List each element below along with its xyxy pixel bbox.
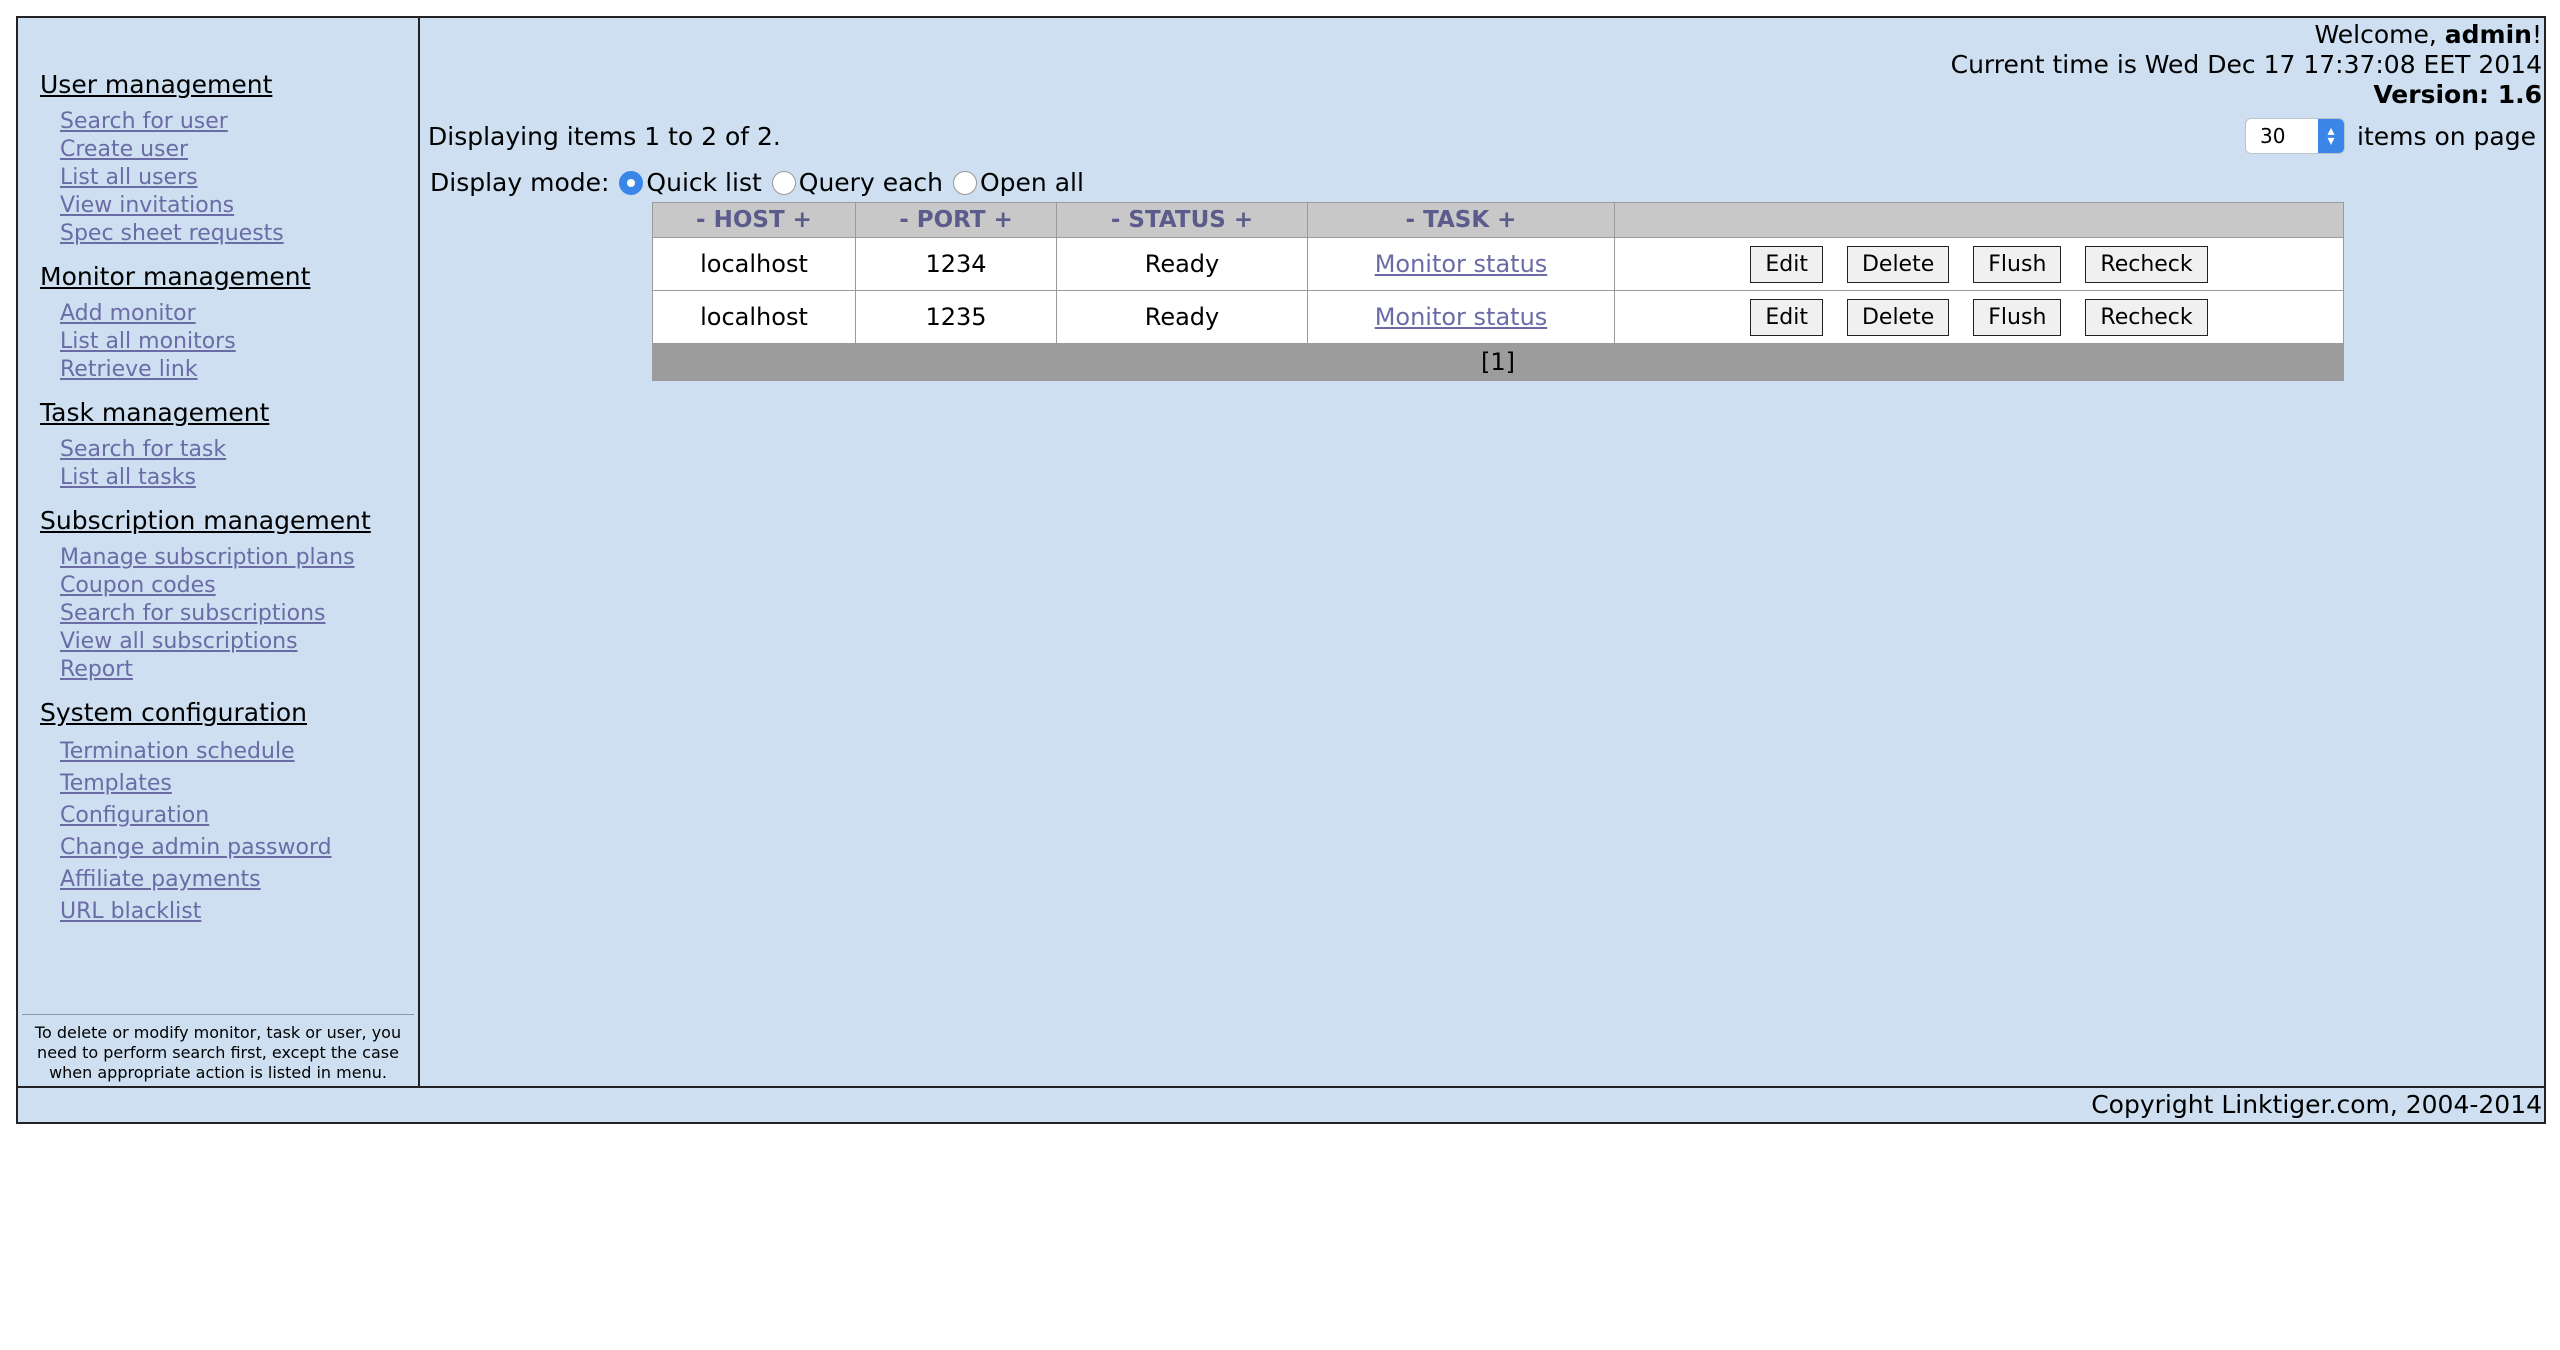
recheck-button[interactable]: Recheck xyxy=(2085,245,2208,283)
section-title-task-management[interactable]: Task management xyxy=(40,398,269,428)
monitor-status-link[interactable]: Monitor status xyxy=(1375,250,1548,278)
main-content: Welcome, admin! Current time is Wed Dec … xyxy=(420,18,2544,1086)
column-header-task[interactable]: - TASK + xyxy=(1307,202,1615,238)
radio-quick-list[interactable] xyxy=(619,170,644,195)
menu-link-report[interactable]: Report xyxy=(60,656,371,684)
menu-section-system-configuration: System configuration Termination schedul… xyxy=(40,698,332,928)
column-header-host[interactable]: - HOST + xyxy=(652,202,856,238)
menu-link-templates[interactable]: Templates xyxy=(60,768,332,800)
menu-link-spec-sheet-requests[interactable]: Spec sheet requests xyxy=(60,220,284,248)
menu-link-coupon-codes[interactable]: Coupon codes xyxy=(60,572,371,600)
menu-link-view-all-subscriptions[interactable]: View all subscriptions xyxy=(60,628,371,656)
recheck-button[interactable]: Recheck xyxy=(2085,298,2208,336)
page-frame: User management Search for user Create u… xyxy=(16,16,2546,1124)
menu-link-list-all-monitors[interactable]: List all monitors xyxy=(60,328,310,356)
cell-status: Ready xyxy=(1056,237,1308,291)
menu-link-view-invitations[interactable]: View invitations xyxy=(60,192,284,220)
menu-section-subscription-management: Subscription management Manage subscript… xyxy=(40,506,371,684)
pager[interactable]: [1] xyxy=(652,343,2344,381)
items-per-page: 30 ▴ ▾ items on page xyxy=(2245,118,2536,154)
flush-button[interactable]: Flush xyxy=(1973,298,2062,336)
edit-button[interactable]: Edit xyxy=(1750,298,1823,336)
monitor-table: - HOST + - PORT + - STATUS + - TASK + lo… xyxy=(652,202,2344,381)
menu-section-task-management: Task management Search for task List all… xyxy=(40,398,269,492)
cell-status: Ready xyxy=(1056,290,1308,344)
display-mode: Display mode: Quick list Query each Open… xyxy=(430,168,1084,197)
flush-button[interactable]: Flush xyxy=(1973,245,2062,283)
section-title-user-management[interactable]: User management xyxy=(40,70,284,100)
menu-link-termination-schedule[interactable]: Termination schedule xyxy=(60,736,332,768)
monitor-status-link[interactable]: Monitor status xyxy=(1375,303,1548,331)
table-header-row: - HOST + - PORT + - STATUS + - TASK + xyxy=(652,202,2344,238)
menu-link-list-all-users[interactable]: List all users xyxy=(60,164,284,192)
header-info: Welcome, admin! Current time is Wed Dec … xyxy=(1951,20,2542,110)
items-per-page-value: 30 xyxy=(2260,124,2286,148)
cell-actions: Edit Delete Flush Recheck xyxy=(1614,290,2344,344)
items-per-page-select[interactable]: 30 ▴ ▾ xyxy=(2245,118,2346,154)
menu-link-retrieve-link[interactable]: Retrieve link xyxy=(60,356,310,384)
version-label: Version: 1.6 xyxy=(2373,80,2542,109)
radio-label-quick-list[interactable]: Quick list xyxy=(646,168,761,197)
cell-host: localhost xyxy=(652,290,856,344)
username: admin xyxy=(2444,20,2532,49)
cell-task: Monitor status xyxy=(1307,290,1615,344)
chevron-updown-icon: ▴ ▾ xyxy=(2318,119,2345,153)
column-header-actions xyxy=(1614,202,2344,238)
menu-section-user-management: User management Search for user Create u… xyxy=(40,70,284,248)
radio-label-query-each[interactable]: Query each xyxy=(799,168,943,197)
welcome-line: Welcome, admin! xyxy=(1951,20,2542,50)
section-title-monitor-management[interactable]: Monitor management xyxy=(40,262,310,292)
menu-link-url-blacklist[interactable]: URL blacklist xyxy=(60,896,332,928)
radio-label-open-all[interactable]: Open all xyxy=(980,168,1084,197)
menu-link-add-monitor[interactable]: Add monitor xyxy=(60,300,310,328)
menu-section-monitor-management: Monitor management Add monitor List all … xyxy=(40,262,310,384)
menu-link-search-for-task[interactable]: Search for task xyxy=(60,436,269,464)
cell-host: localhost xyxy=(652,237,856,291)
display-mode-label: Display mode: xyxy=(430,168,610,197)
items-per-page-label: items on page xyxy=(2357,121,2536,151)
delete-button[interactable]: Delete xyxy=(1846,245,1950,283)
menu-link-search-for-subscriptions[interactable]: Search for subscriptions xyxy=(60,600,371,628)
edit-button[interactable]: Edit xyxy=(1750,245,1823,283)
footer-copyright: Copyright Linktiger.com, 2004-2014 xyxy=(18,1086,2544,1122)
displaying-items-text: Displaying items 1 to 2 of 2. xyxy=(428,122,781,151)
section-title-subscription-management[interactable]: Subscription management xyxy=(40,506,371,536)
sidebar: User management Search for user Create u… xyxy=(18,18,420,1086)
menu-link-affiliate-payments[interactable]: Affiliate payments xyxy=(60,864,332,896)
column-header-port[interactable]: - PORT + xyxy=(855,202,1057,238)
menu-link-manage-subscription-plans[interactable]: Manage subscription plans xyxy=(60,544,371,572)
table-row: localhost 1235 Ready Monitor status Edit… xyxy=(652,290,2344,344)
delete-button[interactable]: Delete xyxy=(1846,298,1950,336)
menu-link-list-all-tasks[interactable]: List all tasks xyxy=(60,464,269,492)
menu-link-change-admin-password[interactable]: Change admin password xyxy=(60,832,332,864)
cell-task: Monitor status xyxy=(1307,237,1615,291)
sidebar-help-note: To delete or modify monitor, task or use… xyxy=(22,1014,414,1083)
menu-link-create-user[interactable]: Create user xyxy=(60,136,284,164)
radio-open-all[interactable] xyxy=(953,170,977,195)
pager-row: [1] xyxy=(652,343,2344,381)
cell-port: 1234 xyxy=(855,237,1057,291)
monitor-table-wrapper: - HOST + - PORT + - STATUS + - TASK + lo… xyxy=(652,202,2344,381)
menu-link-search-for-user[interactable]: Search for user xyxy=(60,108,284,136)
column-header-status[interactable]: - STATUS + xyxy=(1056,202,1308,238)
cell-port: 1235 xyxy=(855,290,1057,344)
radio-query-each[interactable] xyxy=(771,170,796,195)
welcome-prefix: Welcome, xyxy=(2314,20,2445,49)
section-title-system-configuration[interactable]: System configuration xyxy=(40,698,332,728)
welcome-suffix: ! xyxy=(2531,20,2542,49)
current-time: Current time is Wed Dec 17 17:37:08 EET … xyxy=(1950,50,2542,79)
table-row: localhost 1234 Ready Monitor status Edit… xyxy=(652,237,2344,291)
menu-link-configuration[interactable]: Configuration xyxy=(60,800,332,832)
cell-actions: Edit Delete Flush Recheck xyxy=(1614,237,2344,291)
